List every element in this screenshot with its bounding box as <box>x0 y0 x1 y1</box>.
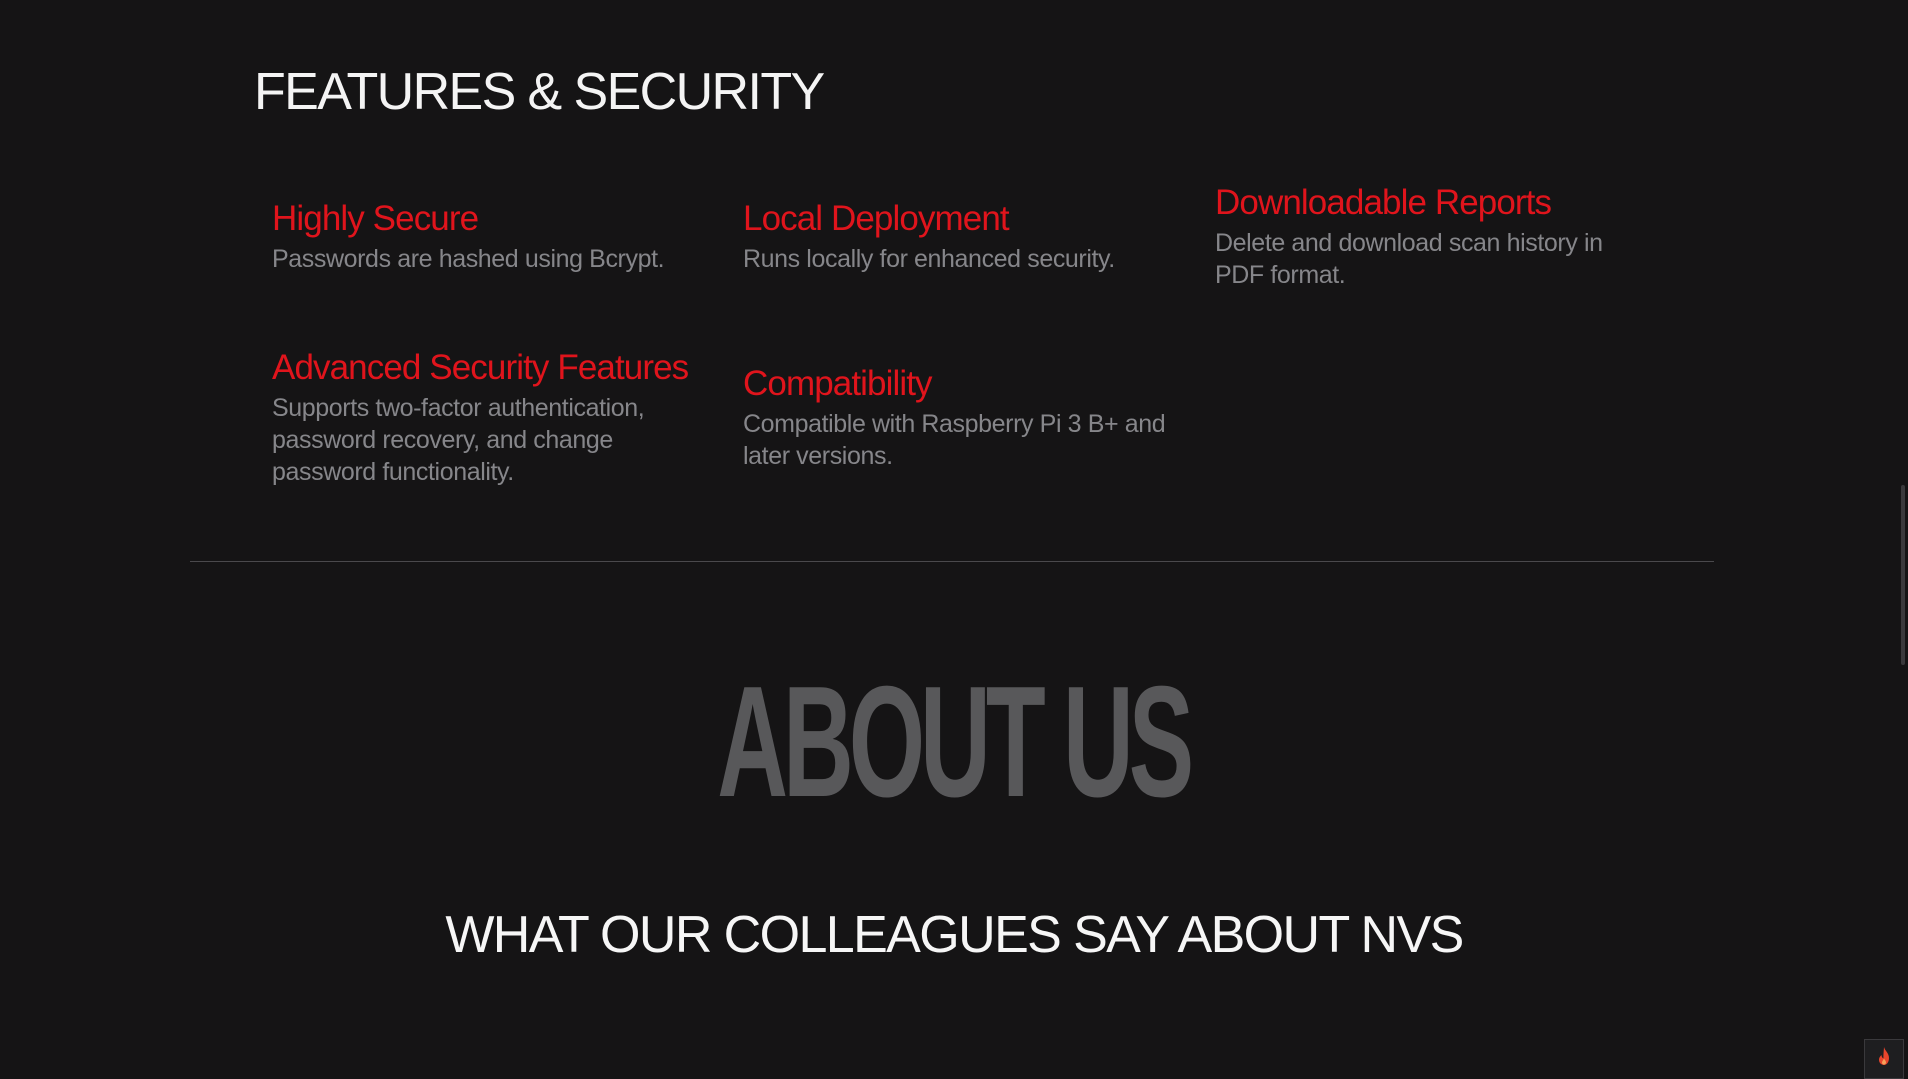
feature-title: Downloadable Reports <box>1215 183 1552 222</box>
feature-highly-secure: Highly Secure Passwords are hashed using… <box>272 199 702 275</box>
feature-advanced-security: Advanced Security Features Supports two-… <box>272 348 702 488</box>
scrollbar-thumb[interactable] <box>1901 485 1905 665</box>
feature-description: Passwords are hashed using Bcrypt. <box>272 245 665 273</box>
feature-title: Compatibility <box>743 364 933 403</box>
feature-title: Highly Secure <box>272 199 479 238</box>
feature-description: Supports two-factor authentication, pass… <box>272 394 645 486</box>
feature-compatibility: Compatibility Compatible with Raspberry … <box>743 364 1173 472</box>
feature-title: Advanced Security Features <box>272 348 689 387</box>
testimonials-heading: WHAT OUR COLLEAGUES SAY ABOUT NVS <box>445 906 1464 964</box>
feature-description: Compatible with Raspberry Pi 3 B+ and la… <box>743 410 1166 470</box>
feature-title: Local Deployment <box>743 199 1010 238</box>
features-section-title: FEATURES & SECURITY <box>254 63 825 121</box>
feature-local-deployment: Local Deployment Runs locally for enhanc… <box>743 199 1173 275</box>
page-scrollbar[interactable] <box>1899 0 1908 1079</box>
feature-downloadable-reports: Downloadable Reports Delete and download… <box>1215 183 1645 291</box>
section-divider <box>190 561 1714 562</box>
page: FEATURES & SECURITY Highly Secure Passwo… <box>0 0 1908 1079</box>
feature-description: Delete and download scan history in PDF … <box>1215 229 1603 289</box>
floating-widget-button[interactable] <box>1864 1039 1904 1079</box>
flame-icon <box>1874 1046 1894 1073</box>
about-us-heading: ABOUT US <box>717 654 1194 830</box>
feature-description: Runs locally for enhanced security. <box>743 245 1115 273</box>
